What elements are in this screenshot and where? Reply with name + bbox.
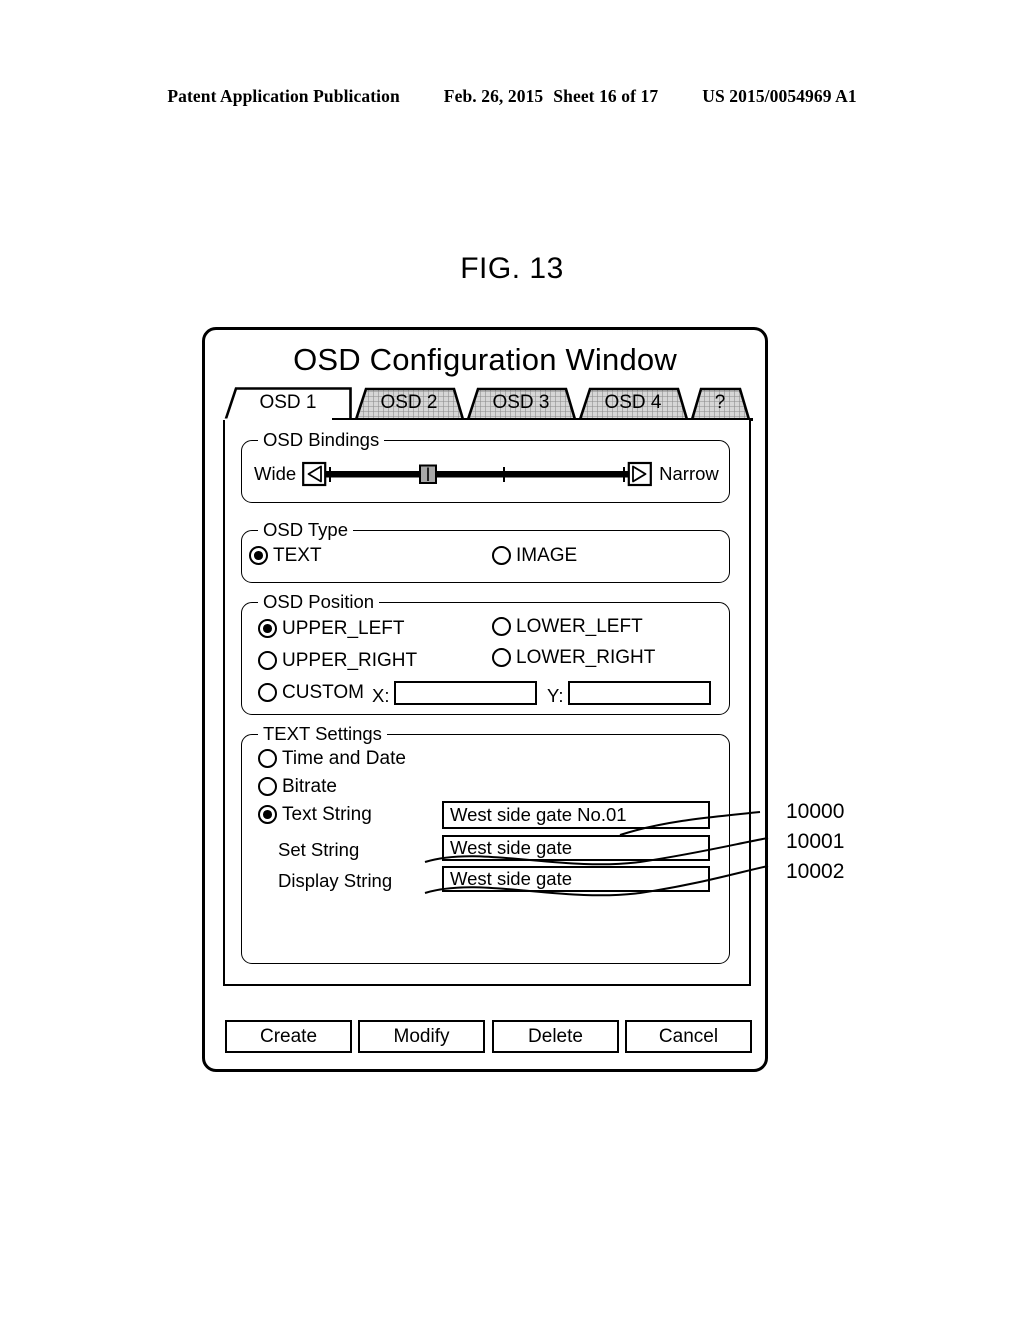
- modify-button[interactable]: Modify: [358, 1020, 485, 1053]
- tab-osd-4[interactable]: OSD 4: [577, 386, 689, 421]
- tab-label: OSD 1: [259, 392, 317, 413]
- radio-label: CUSTOM: [282, 682, 364, 703]
- radio-text-bitrate[interactable]: Bitrate: [258, 777, 337, 796]
- custom-y-label: Y:: [547, 685, 564, 706]
- patent-number-label: US 2015/0054969 A1: [702, 86, 857, 106]
- radio-position-upper-left[interactable]: UPPER_LEFT: [258, 619, 404, 638]
- radio-text-text-string[interactable]: Text String: [258, 805, 372, 824]
- tab-label: OSD 4: [604, 392, 662, 413]
- radio-indicator-icon: [258, 683, 277, 702]
- tab-label: OSD 2: [380, 392, 438, 413]
- radio-label: LOWER_LEFT: [516, 616, 643, 637]
- radio-label: IMAGE: [516, 545, 578, 566]
- radio-label: Text String: [282, 804, 372, 825]
- radio-label: UPPER_LEFT: [282, 618, 405, 639]
- callout-label-10001: 10001: [786, 830, 845, 853]
- display-string-input[interactable]: West side gate: [442, 866, 710, 892]
- set-string-label: Set String: [278, 839, 360, 860]
- tab-label: ?: [714, 392, 726, 413]
- tab-osd-3[interactable]: OSD 3: [465, 386, 577, 421]
- cancel-button[interactable]: Cancel: [625, 1020, 752, 1053]
- dialog-title: OSD Configuration Window: [293, 342, 677, 377]
- text-string-input[interactable]: West side gate No.01: [442, 801, 710, 829]
- radio-indicator-icon: [492, 546, 511, 565]
- group-osd-bindings: OSD Bindings Wide Narrow: [241, 430, 730, 503]
- radio-position-upper-right[interactable]: UPPER_RIGHT: [258, 651, 417, 670]
- group-text-settings-label: TEXT Settings: [258, 724, 387, 744]
- custom-x-input[interactable]: [394, 681, 537, 705]
- delete-button[interactable]: Delete: [492, 1020, 619, 1053]
- radio-label: TEXT: [273, 545, 322, 566]
- slider-right-label: Narrow: [659, 463, 719, 484]
- slider-left-label: Wide: [254, 463, 297, 484]
- tab-strip: OSD 1 OSD 2 OSD 3 OSD 4 ?: [223, 386, 751, 421]
- patent-header: Patent Application Publication Feb. 26, …: [0, 86, 1024, 107]
- button-label: Modify: [393, 1025, 450, 1047]
- radio-indicator-icon: [492, 617, 511, 636]
- tab-panel-osd-1: OSD Bindings Wide Narrow OSD Type TEXT I…: [223, 420, 751, 986]
- group-osd-position-label: OSD Position: [258, 592, 380, 612]
- group-osd-position: OSD Position UPPER_LEFT UPPER_RIGHT CUST…: [241, 592, 730, 715]
- button-label: Cancel: [658, 1025, 719, 1047]
- radio-osd-type-text[interactable]: TEXT: [249, 546, 322, 565]
- tab-osd-2[interactable]: OSD 2: [353, 386, 465, 421]
- patent-publication-label: Patent Application Publication: [167, 86, 400, 106]
- radio-osd-type-image[interactable]: IMAGE: [492, 546, 577, 565]
- radio-position-lower-right[interactable]: LOWER_RIGHT: [492, 648, 655, 667]
- callout-label-10002: 10002: [786, 860, 845, 883]
- radio-position-custom[interactable]: CUSTOM: [258, 683, 364, 702]
- custom-x-label: X:: [372, 685, 390, 706]
- custom-y-input[interactable]: [568, 681, 711, 705]
- radio-label: LOWER_RIGHT: [516, 647, 656, 668]
- create-button[interactable]: Create: [225, 1020, 352, 1053]
- display-string-label: Display String: [278, 870, 393, 891]
- tab-label: OSD 3: [492, 392, 550, 413]
- callout-label-10000: 10000: [786, 800, 845, 823]
- group-osd-type-label: OSD Type: [258, 520, 354, 540]
- radio-indicator-icon: [258, 749, 277, 768]
- radio-label: Time and Date: [282, 748, 406, 769]
- group-osd-bindings-label: OSD Bindings: [258, 430, 385, 450]
- radio-indicator-icon: [258, 619, 277, 638]
- figure-title: FIG. 13: [460, 252, 564, 285]
- group-text-settings: TEXT Settings Time and Date Bitrate Text…: [241, 724, 730, 964]
- button-label: Delete: [528, 1025, 583, 1047]
- radio-position-lower-left[interactable]: LOWER_LEFT: [492, 617, 643, 636]
- radio-indicator-icon: [258, 805, 277, 824]
- patent-sheet-label: Sheet 16 of 17: [553, 86, 659, 106]
- tab-osd-1[interactable]: OSD 1: [223, 386, 353, 421]
- radio-indicator-icon: [258, 777, 277, 796]
- set-string-input[interactable]: West side gate: [442, 835, 710, 861]
- radio-label: UPPER_RIGHT: [282, 650, 418, 671]
- radio-text-time-and-date[interactable]: Time and Date: [258, 749, 406, 768]
- osd-configuration-dialog: OSD Configuration Window OSD 1 OSD 2 OSD…: [202, 327, 768, 1072]
- radio-indicator-icon: [249, 546, 268, 565]
- button-label: Create: [259, 1025, 318, 1047]
- radio-indicator-icon: [258, 651, 277, 670]
- patent-date-label: Feb. 26, 2015: [443, 86, 544, 106]
- group-osd-type: OSD Type TEXT IMAGE: [241, 520, 730, 583]
- radio-label: Bitrate: [282, 776, 337, 797]
- radio-indicator-icon: [492, 648, 511, 667]
- bindings-slider[interactable]: [302, 461, 653, 487]
- tab-help[interactable]: ?: [689, 386, 751, 421]
